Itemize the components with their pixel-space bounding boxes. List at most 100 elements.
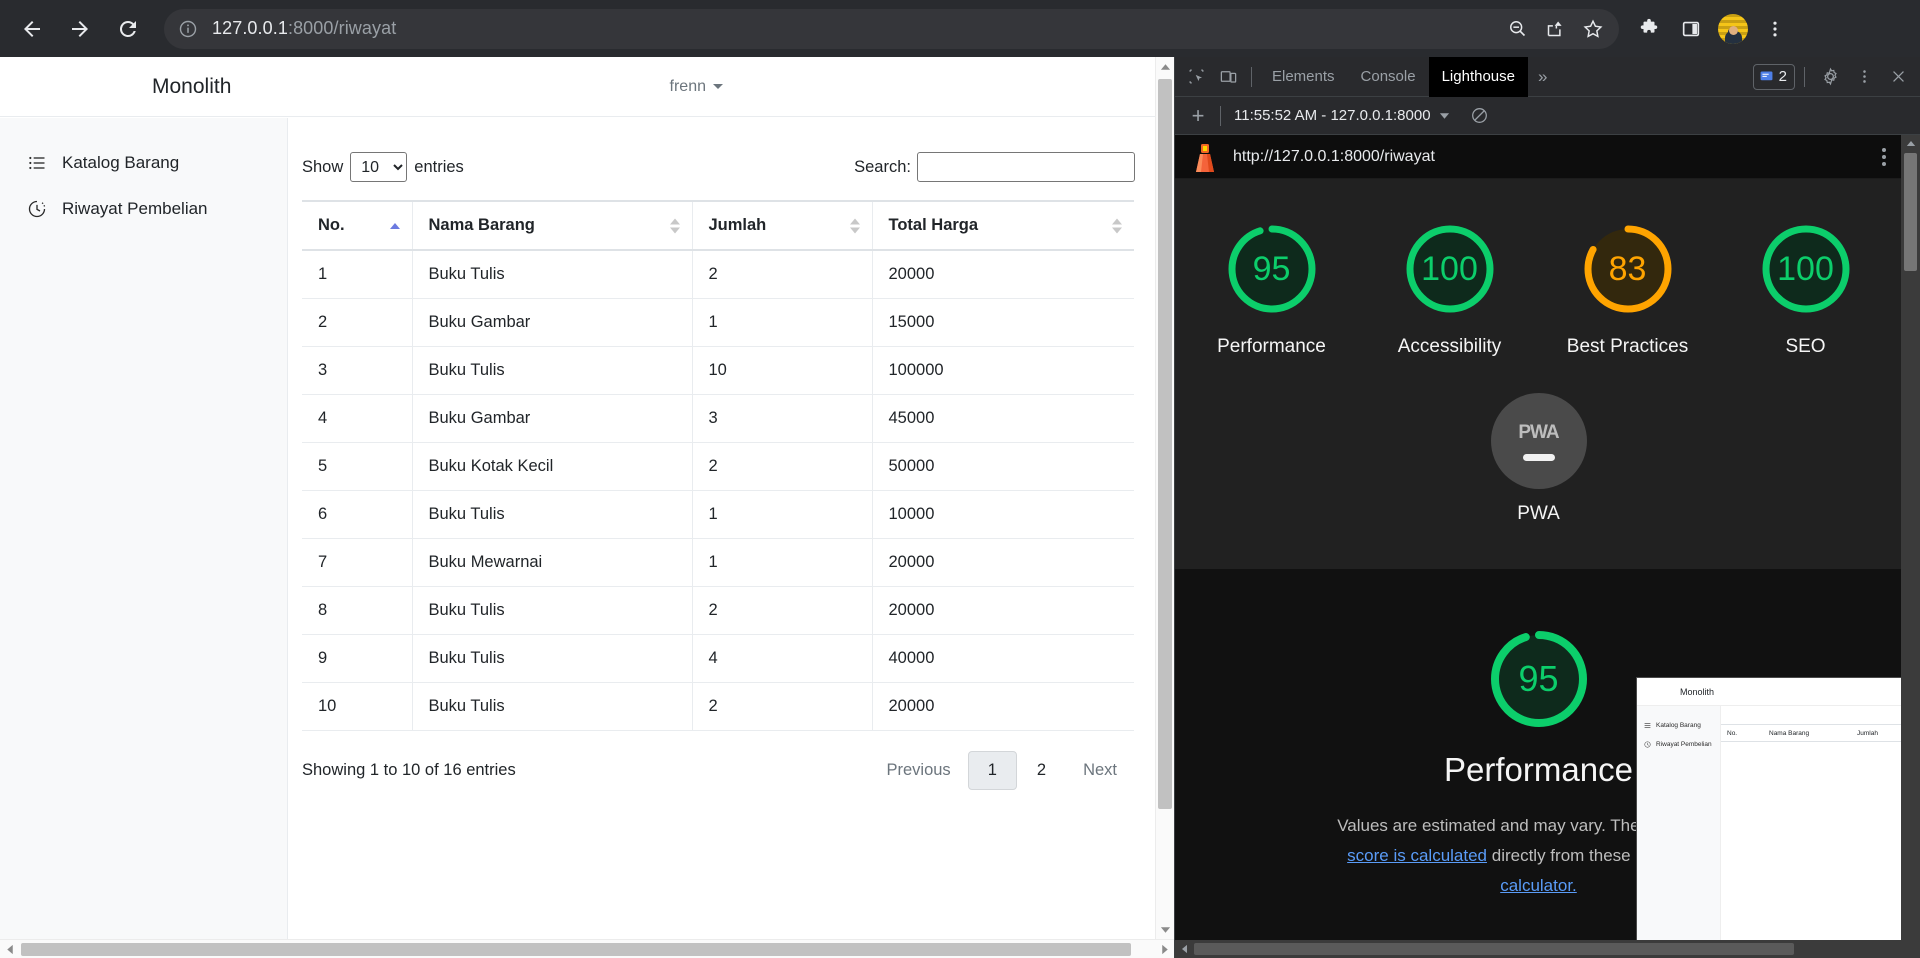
lighthouse-run-selector[interactable]: 11:55:52 AM - 127.0.0.1:8000 [1228, 107, 1456, 124]
score-gauge[interactable]: 100 Accessibility [1376, 219, 1524, 359]
sort-arrows-icon [1112, 218, 1122, 233]
thumb-brand: Monolith [1680, 686, 1715, 697]
scroll-right-arrow-icon[interactable] [1155, 944, 1174, 955]
scroll-up-arrow-icon[interactable] [1156, 57, 1174, 76]
chrome-menu-button[interactable] [1755, 9, 1795, 49]
tab-console[interactable]: Console [1348, 57, 1429, 97]
plus-icon[interactable]: + [1183, 103, 1213, 129]
devtools-hscroll-thumb[interactable] [1194, 943, 1794, 955]
run-label: 11:55:52 AM - 127.0.0.1:8000 [1234, 107, 1431, 124]
scroll-left-arrow-icon[interactable] [0, 944, 19, 955]
search-input[interactable] [917, 152, 1135, 182]
devtools-vertical-scrollbar[interactable] [1901, 135, 1920, 940]
score-label: Performance [1217, 336, 1326, 357]
brand-title[interactable]: Monolith [152, 75, 231, 99]
address-bar[interactable]: 127.0.0.1:8000/riwayat [164, 8, 1619, 49]
inspect-element-icon[interactable] [1180, 62, 1212, 92]
gear-icon[interactable] [1814, 62, 1846, 92]
column-label: Jumlah [708, 216, 767, 234]
table-row: 2 Buku Gambar 1 15000 [302, 298, 1134, 347]
table-info: Showing 1 to 10 of 16 entries [302, 761, 516, 779]
table-cell: 2 [302, 298, 412, 347]
pwa-badge[interactable]: PWA [1490, 393, 1587, 490]
main-content: Show 102550100 entries Search: No. [289, 118, 1155, 958]
page-horizontal-scrollbar[interactable] [0, 939, 1174, 958]
thumb-column-label: Jumlah [1857, 729, 1878, 737]
reload-button[interactable] [106, 7, 150, 51]
clear-no-entry-icon[interactable] [1470, 106, 1489, 125]
table-row: 10 Buku Tulis 2 20000 [302, 682, 1134, 731]
tabs-overflow-icon[interactable]: » [1528, 57, 1557, 97]
profile-avatar[interactable] [1713, 9, 1753, 49]
message-bubble-icon [1760, 71, 1773, 81]
table-row: 3 Buku Tulis 10 100000 [302, 346, 1134, 395]
table-cell: Buku Gambar [411, 394, 692, 443]
page-vertical-scrollbar[interactable] [1155, 57, 1174, 939]
scroll-down-arrow-icon[interactable] [1156, 920, 1174, 939]
site-info-icon[interactable] [178, 19, 198, 39]
thumb-sidebar-item: Katalog Barang [1637, 716, 1720, 735]
close-icon[interactable] [1882, 62, 1914, 92]
pagination-previous[interactable]: Previous [869, 751, 967, 790]
extensions-button[interactable] [1629, 9, 1669, 49]
table-cell: 2 [691, 682, 872, 731]
page-length-select[interactable]: 102550100 [350, 152, 408, 182]
devtools-scroll-thumb[interactable] [1904, 153, 1917, 271]
message-count-badge[interactable]: 2 [1752, 63, 1795, 90]
sort-arrows-icon [669, 218, 680, 233]
lighthouse-report: http://127.0.0.1:8000/riwayat 95 Performa… [1175, 135, 1902, 940]
score-gauge[interactable]: 83 Best Practices [1554, 219, 1702, 359]
back-button[interactable] [10, 7, 54, 51]
column-header-nama-barang[interactable]: Nama Barang [411, 200, 692, 251]
sidebar-item-riwayat-pembelian[interactable]: Riwayat Pembelian [0, 186, 287, 232]
history-clock-icon [26, 198, 48, 220]
url-text[interactable]: 127.0.0.1:8000/riwayat [212, 18, 1499, 39]
score-value: 95 [1252, 249, 1291, 288]
desc-part-1: Values are estimated and may vary. The [1337, 816, 1645, 836]
table-cell: Buku Tulis [411, 490, 692, 539]
share-icon[interactable] [1537, 11, 1573, 47]
thumb-sidebar-item: Riwayat Pembelian [1637, 735, 1720, 754]
horizontal-scroll-thumb[interactable] [21, 943, 1131, 956]
devtools-horizontal-scrollbar[interactable] [1175, 940, 1920, 958]
column-header-total-harga[interactable]: Total Harga [871, 200, 1134, 251]
bookmark-star-icon[interactable] [1575, 11, 1611, 47]
datatable-controls: Show 102550100 entries Search: [302, 150, 1155, 184]
scroll-left-arrow-icon[interactable] [1175, 944, 1193, 954]
vertical-scroll-thumb[interactable] [1158, 79, 1172, 809]
page-length-control: Show 102550100 entries [302, 152, 464, 182]
tab-elements[interactable]: Elements [1259, 57, 1348, 97]
score-ring: 100 [1400, 219, 1500, 319]
zoom-out-icon[interactable] [1499, 11, 1535, 47]
table-cell: 40000 [871, 634, 1134, 683]
side-panel-button[interactable] [1671, 9, 1711, 49]
column-header-no[interactable]: No. [302, 200, 412, 251]
pagination-page-1[interactable]: 1 [967, 751, 1017, 790]
report-kebab-menu-icon[interactable] [1878, 144, 1890, 170]
score-ring: 95 [1222, 219, 1322, 319]
pwa-dash-icon [1522, 453, 1555, 461]
tab-lighthouse[interactable]: Lighthouse [1428, 56, 1528, 97]
score-gauge[interactable]: 100 SEO [1732, 219, 1880, 359]
user-menu[interactable]: frenn [670, 78, 723, 96]
table-cell: 2 [691, 586, 872, 635]
pagination-next[interactable]: Next [1066, 751, 1134, 790]
forward-button[interactable] [58, 7, 102, 51]
score-ring: 100 [1756, 219, 1856, 319]
entries-label: entries [414, 157, 464, 176]
pagination-page-2[interactable]: 2 [1017, 751, 1066, 790]
extensions-puzzle-icon [1640, 18, 1658, 33]
table-row: 7 Buku Mewarnai 1 20000 [302, 538, 1134, 587]
subbar-divider [1220, 105, 1221, 126]
device-toolbar-icon[interactable] [1212, 62, 1244, 92]
performance-section: 95 Performance Values are estimated and … [1175, 569, 1902, 940]
datatable-footer: Showing 1 to 10 of 16 entries Previous 1… [302, 751, 1154, 790]
table-cell: 7 [302, 538, 412, 587]
kebab-menu-icon[interactable] [1848, 62, 1880, 92]
score-gauge[interactable]: 95 Performance [1198, 219, 1346, 359]
table-cell: 50000 [871, 442, 1134, 491]
chrome-menu-icon [1773, 21, 1777, 36]
column-header-jumlah[interactable]: Jumlah [691, 200, 872, 251]
sidebar-item-katalog-barang[interactable]: Katalog Barang [0, 140, 287, 186]
scroll-up-arrow-icon[interactable] [1901, 135, 1920, 152]
